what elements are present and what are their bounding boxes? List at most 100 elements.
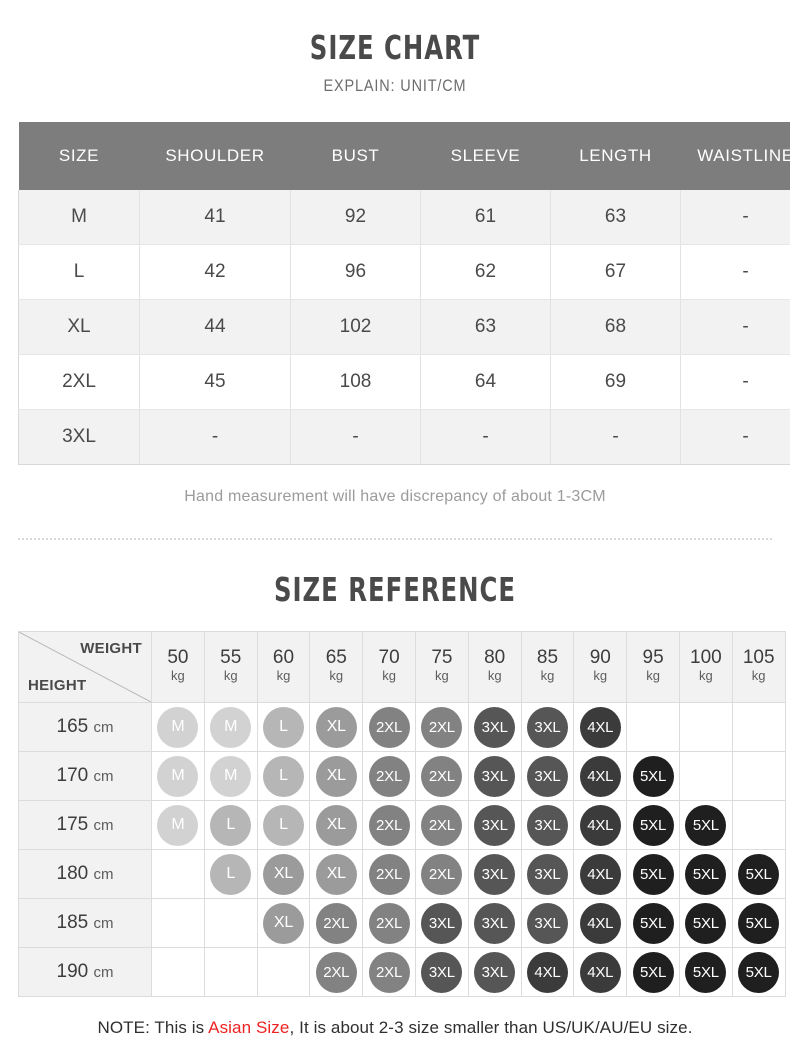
weight-unit: kg — [276, 668, 291, 684]
size-bubble-2xl: 2XL — [368, 853, 410, 895]
size-bubble-3xl: 3XL — [421, 951, 463, 993]
height-row-header-190: 190 cm — [18, 947, 152, 997]
page-subtitle: EXPLAIN: UNIT/CM — [323, 76, 467, 95]
weight-unit: kg — [171, 668, 185, 684]
size-cell: 3XL — [467, 702, 522, 752]
height-value: 180 — [56, 863, 94, 884]
size-bubble-5xl: 5XL — [632, 853, 674, 895]
size-bubble-xl: XL — [262, 853, 304, 895]
cell-sleeve: 63 — [420, 299, 551, 355]
height-unit: cm — [93, 915, 114, 932]
size-cell: M — [203, 702, 258, 752]
size-chart-title-block: SIZE CHART — [0, 0, 790, 67]
size-chart-col-header-bust: BUST — [290, 122, 421, 190]
size-bubble-3xl: 3XL — [474, 951, 516, 993]
size-bubble-2xl: 2XL — [315, 902, 357, 944]
weight-unit: kg — [751, 668, 766, 684]
size-cell: 5XL — [678, 947, 733, 997]
size-bubble-5xl: 5XL — [632, 902, 674, 944]
cell-bust: 96 — [290, 244, 421, 300]
size-cell: 5XL — [626, 947, 680, 997]
weight-col-header-100: 100 kg — [678, 631, 733, 703]
size-bubble-2xl: 2XL — [315, 951, 357, 993]
size-cell: 3XL — [520, 751, 575, 801]
cell-shoulder: 42 — [139, 244, 291, 300]
size-cell: 3XL — [467, 947, 522, 997]
size-cell: 4XL — [573, 947, 628, 997]
table-row: 3XL - - - - - — [18, 409, 790, 465]
size-cell: 5XL — [626, 898, 680, 948]
size-bubble-l: L — [210, 853, 252, 895]
size-reference-body: 165 cm M M L XL 2XL 2XL 3XL 3XL 4XL 170 cm M M L XL 2XL… — [18, 702, 786, 997]
size-cell: L — [256, 702, 311, 752]
size-cell: 4XL — [573, 751, 628, 801]
height-unit: cm — [93, 817, 114, 834]
cell-waistline: - — [680, 190, 790, 245]
size-bubble-5xl: 5XL — [685, 951, 727, 993]
size-bubble-4xl: 4XL — [579, 951, 621, 993]
size-cell — [626, 702, 680, 752]
size-cell: 4XL — [573, 898, 628, 948]
size-cell: 3XL — [467, 751, 522, 801]
size-bubble-l: L — [210, 804, 252, 846]
weight-value: 75 — [431, 647, 453, 669]
height-row-header-185: 185 cm — [18, 898, 152, 948]
size-bubble-m: M — [157, 804, 199, 846]
size-cell: 3XL — [520, 800, 575, 850]
size-chart-col-header-shoulder: SHOULDER — [139, 122, 291, 190]
weight-col-header-105: 105 kg — [731, 631, 786, 703]
weight-col-header-75: 75 kg — [414, 631, 469, 703]
size-bubble-3xl: 3XL — [474, 902, 516, 944]
size-cell: XL — [309, 751, 364, 801]
size-cell: 2XL — [414, 800, 469, 850]
height-row-header-170: 170 cm — [18, 751, 152, 801]
asian-size-note: NOTE: This is Asian Size, It is about 2-… — [0, 1018, 790, 1038]
size-bubble-5xl: 5XL — [632, 951, 674, 993]
size-cell: 2XL — [362, 947, 416, 997]
weight-axis-label: WEIGHT — [80, 640, 142, 657]
size-bubble-l: L — [262, 804, 304, 846]
height-value: 175 — [56, 814, 94, 835]
size-bubble-3xl: 3XL — [526, 755, 568, 797]
size-cell: 2XL — [362, 849, 416, 899]
size-cell: 2XL — [309, 898, 364, 948]
cell-waistline: - — [680, 354, 790, 410]
size-bubble-3xl: 3XL — [474, 706, 516, 748]
size-cell — [731, 702, 786, 752]
cell-size: 3XL — [18, 409, 140, 465]
cell-size: L — [18, 244, 140, 300]
size-cell: 3XL — [467, 849, 522, 899]
weight-col-header-90: 90 kg — [573, 631, 628, 703]
cell-shoulder: 45 — [139, 354, 291, 410]
weight-value: 85 — [536, 647, 559, 669]
cell-length: - — [550, 409, 681, 465]
size-cell — [203, 947, 258, 997]
size-cell: L — [256, 751, 311, 801]
weight-unit: kg — [329, 668, 344, 684]
size-chart-col-header-size: SIZE — [18, 122, 140, 190]
height-unit: cm — [93, 719, 114, 736]
cell-shoulder: 44 — [139, 299, 291, 355]
cell-length: 68 — [550, 299, 681, 355]
size-bubble-xl: XL — [315, 755, 357, 797]
size-cell — [256, 947, 311, 997]
weight-value: 60 — [272, 647, 295, 669]
size-cell: 3XL — [520, 702, 575, 752]
weight-col-header-70: 70 kg — [362, 631, 416, 703]
size-cell: M — [151, 800, 205, 850]
cell-waistline: - — [680, 299, 790, 355]
reference-row: 185 cm XL 2XL 2XL 3XL 3XL 3XL 4XL 5XL 5XL 5XL — [18, 898, 786, 948]
size-bubble-3xl: 3XL — [421, 902, 463, 944]
weight-value: 90 — [589, 647, 611, 669]
weight-unit: kg — [487, 668, 502, 684]
size-bubble-l: L — [262, 755, 304, 797]
size-cell: XL — [309, 800, 364, 850]
size-bubble-4xl: 4XL — [526, 951, 568, 993]
size-bubble-2xl: 2XL — [421, 853, 463, 895]
cell-length: 67 — [550, 244, 681, 300]
size-cell: 2XL — [362, 751, 416, 801]
cell-size: M — [18, 190, 140, 245]
size-bubble-m: M — [210, 706, 252, 748]
cell-waistline: - — [680, 409, 790, 465]
size-cell: 2XL — [362, 800, 416, 850]
